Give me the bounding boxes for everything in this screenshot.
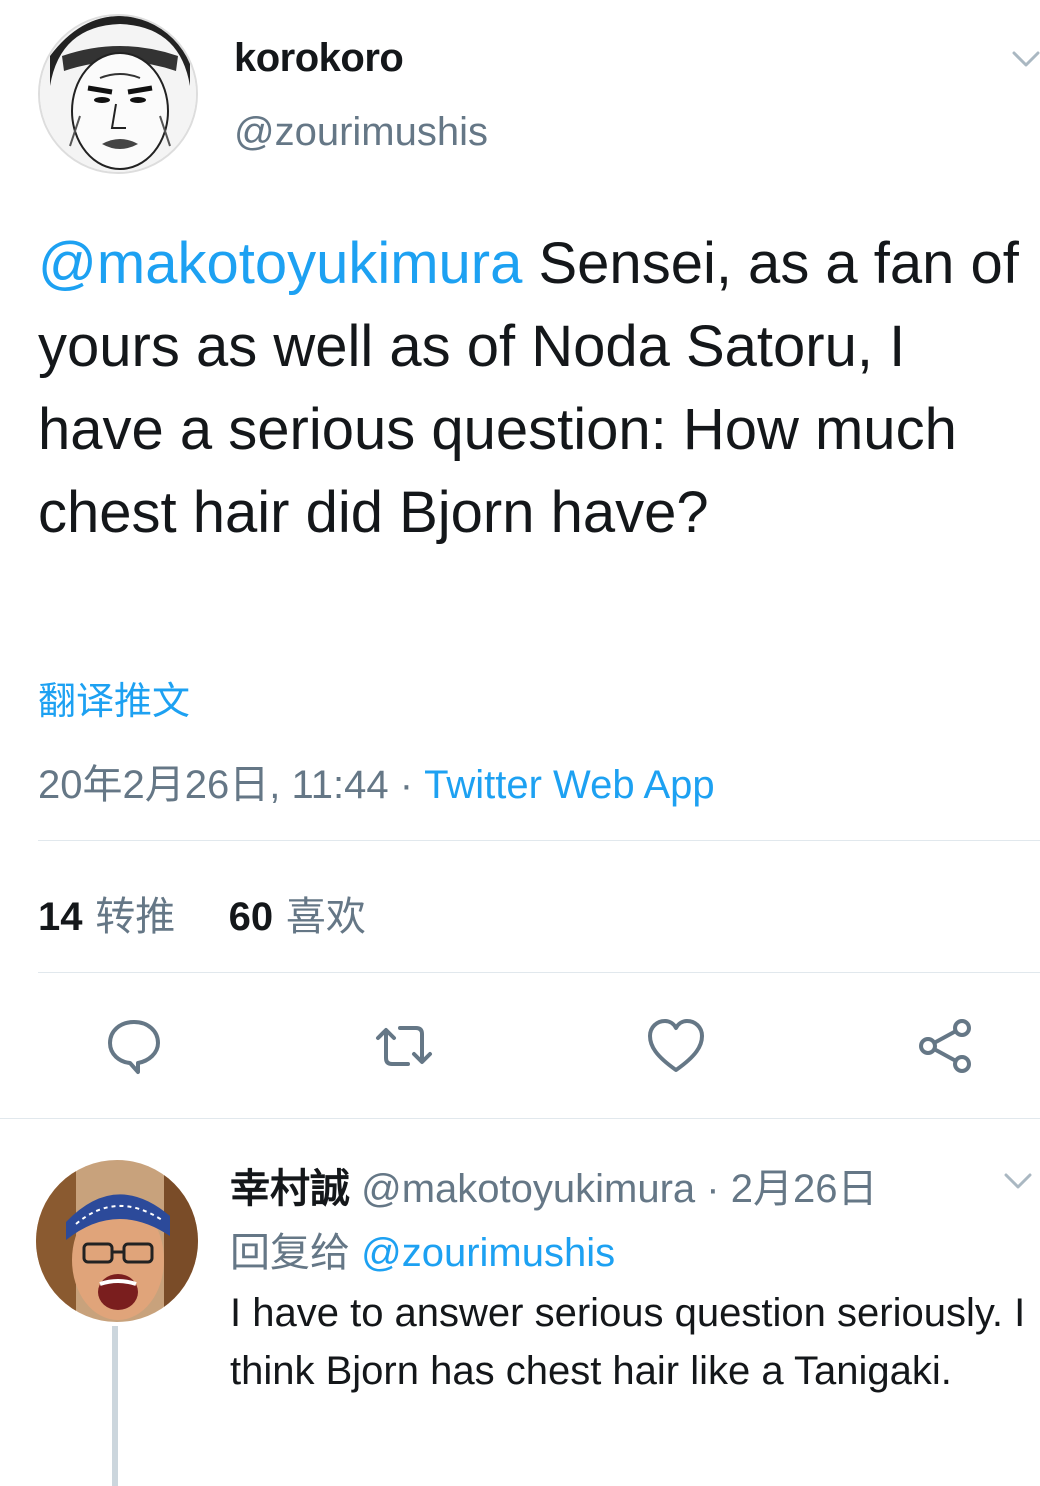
tweet-source[interactable]: Twitter Web App — [424, 763, 715, 807]
replying-mention[interactable]: @zourimushis — [361, 1231, 615, 1275]
reply-text: I have to answer serious question seriou… — [230, 1291, 1026, 1393]
reply-author-name[interactable]: 幸村誠 — [230, 1166, 350, 1212]
share-icon[interactable] — [916, 1016, 976, 1076]
reply-author-handle[interactable]: @makotoyukimura — [361, 1167, 695, 1211]
like-count: 60 — [228, 895, 274, 939]
meta-separator: · — [388, 763, 425, 807]
author-handle[interactable]: @zourimushis — [234, 110, 488, 155]
replying-label: 回复给 — [230, 1230, 350, 1276]
divider — [38, 972, 1040, 973]
reply-date: · 2月26日 — [695, 1167, 878, 1211]
translate-tweet-link[interactable]: 翻译推文 — [38, 670, 190, 725]
retweet-label: 转推 — [95, 894, 176, 940]
tweet-meta: 20年2月26日, 11:44 · Twitter Web App — [38, 752, 715, 810]
tweet-stats: 14 转推 60 喜欢 — [38, 884, 366, 942]
like-stat[interactable]: 60 喜欢 — [229, 894, 366, 940]
divider — [0, 1118, 1040, 1119]
like-icon[interactable] — [646, 1016, 706, 1076]
chevron-down-icon[interactable] — [1000, 1162, 1036, 1198]
author-avatar[interactable] — [38, 14, 198, 174]
reply-author-avatar[interactable] — [36, 1160, 198, 1322]
retweet-stat[interactable]: 14 转推 — [38, 894, 175, 940]
retweet-count: 14 — [38, 895, 83, 939]
author-display-name[interactable]: korokoro — [234, 36, 404, 81]
tweet-text: @makotoyukimura Sensei, as a fan of your… — [38, 222, 1028, 554]
reply-icon[interactable] — [104, 1016, 164, 1076]
chevron-down-icon[interactable] — [1008, 40, 1040, 76]
like-label: 喜欢 — [285, 894, 366, 940]
tweet-timestamp[interactable]: 20年2月26日, 11:44 — [38, 763, 389, 807]
retweet-icon[interactable] — [374, 1016, 434, 1076]
divider — [38, 840, 1040, 841]
thread-line — [112, 1326, 118, 1486]
reply-header: 幸村誠 @makotoyukimura · 2月26日 — [230, 1156, 877, 1214]
replying-to: 回复给 @zourimushis — [230, 1220, 615, 1278]
tweet-mention[interactable]: @makotoyukimura — [38, 231, 522, 296]
